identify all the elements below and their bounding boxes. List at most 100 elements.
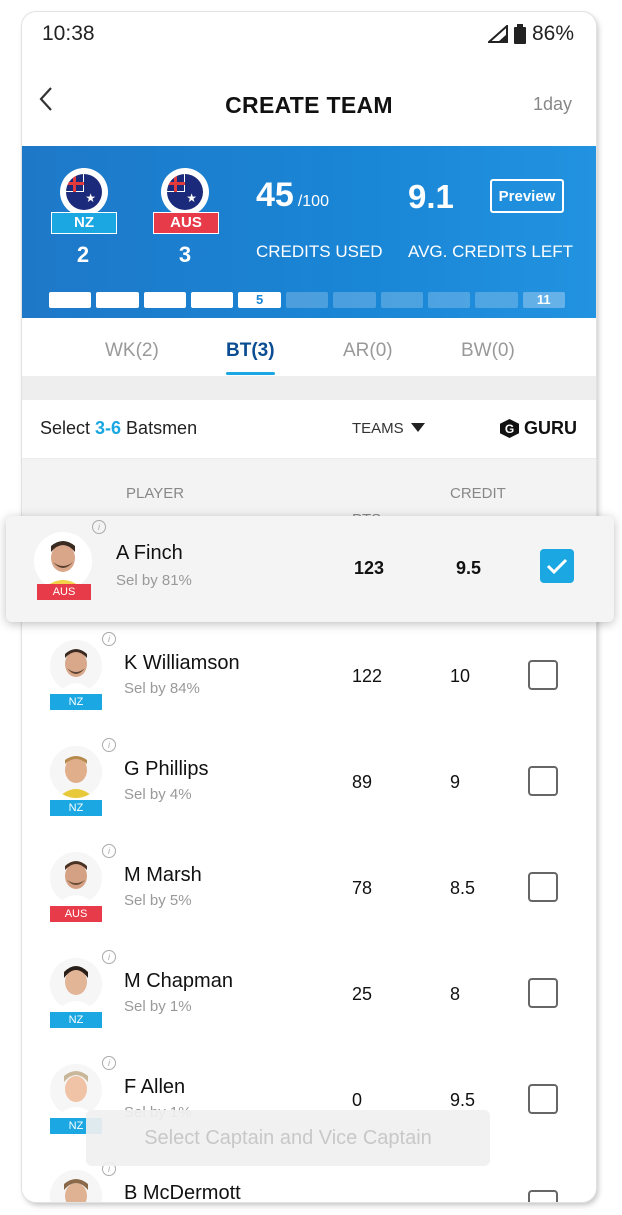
section-divider bbox=[22, 376, 596, 400]
team1-count: 2 bbox=[76, 242, 90, 267]
selection-hint: Select 3-6 Batsmen bbox=[40, 418, 198, 438]
player-select-checkbox-checked[interactable] bbox=[540, 549, 574, 583]
player-pts: 122 bbox=[352, 666, 383, 686]
battery-level: 86% bbox=[531, 22, 574, 45]
tab-bw[interactable]: BW(0) bbox=[461, 340, 515, 362]
player-avatar bbox=[34, 532, 92, 590]
progress-segment-max: 11 bbox=[522, 292, 565, 308]
player-credit: 9.5 bbox=[450, 1090, 476, 1110]
column-player[interactable]: PLAYER bbox=[126, 485, 184, 502]
credits-used-label: CREDITS USED bbox=[256, 242, 383, 261]
progress-segment bbox=[380, 292, 423, 308]
player-name: F Allen bbox=[124, 1076, 186, 1098]
status-time: 10:38 bbox=[42, 22, 95, 45]
player-avatar bbox=[50, 1170, 102, 1202]
page-title: CREATE TEAM bbox=[225, 92, 393, 118]
teams-filter-button[interactable]: TEAMS bbox=[352, 420, 425, 437]
player-pts: 0 bbox=[352, 1090, 363, 1110]
selection-hint-row: Select 3-6 Batsmen TEAMS G GURU bbox=[22, 400, 596, 459]
player-pts: 123 bbox=[354, 558, 385, 578]
player-name: A Finch bbox=[116, 542, 183, 564]
team2-code: AUS bbox=[153, 212, 219, 234]
player-credit: 9.5 bbox=[456, 558, 482, 578]
player-name: M Marsh bbox=[124, 864, 202, 886]
player-pts: 89 bbox=[352, 772, 373, 792]
player-avatar bbox=[50, 746, 102, 798]
nz-flag-icon: ★ bbox=[60, 168, 108, 216]
progress-segment bbox=[285, 292, 329, 308]
player-sel-by: Sel by 84% bbox=[124, 680, 200, 697]
player-name: G Phillips bbox=[124, 758, 209, 780]
player-select-checkbox[interactable] bbox=[528, 660, 558, 690]
player-team-tag: NZ bbox=[50, 1012, 102, 1028]
player-name: B McDermott bbox=[124, 1182, 241, 1202]
progress-segment bbox=[49, 292, 92, 308]
player-avatar bbox=[50, 640, 102, 692]
team1-code: NZ bbox=[51, 212, 117, 234]
player-team-tag: AUS bbox=[50, 906, 102, 922]
player-avatar bbox=[50, 1064, 102, 1116]
player-name: K Williamson bbox=[124, 652, 240, 674]
player-select-checkbox[interactable] bbox=[528, 766, 558, 796]
role-tabs: WK(2) BT(3) AR(0) BW(0) bbox=[22, 318, 596, 376]
time-left-label: 1day bbox=[532, 94, 572, 114]
check-icon bbox=[546, 558, 568, 575]
info-icon[interactable]: i bbox=[102, 632, 116, 646]
progress-segment bbox=[333, 292, 376, 308]
credits-used-value: 45/100 bbox=[256, 176, 329, 214]
preview-button[interactable]: Preview bbox=[490, 179, 564, 213]
progress-segment bbox=[191, 292, 234, 308]
player-sel-by: Sel by 1% bbox=[124, 998, 192, 1015]
avg-credits-value: 9.1 bbox=[408, 178, 454, 215]
signal-icon bbox=[487, 25, 508, 43]
player-select-checkbox[interactable] bbox=[528, 872, 558, 902]
guru-button[interactable]: G GURU bbox=[500, 418, 577, 439]
player-row[interactable]: NZ i M Chapman Sel by 1% 25 8 bbox=[22, 940, 596, 1047]
player-select-checkbox[interactable] bbox=[528, 978, 558, 1008]
progress-segment bbox=[143, 292, 187, 308]
player-credit: 9 bbox=[450, 772, 461, 792]
player-team-tag: NZ bbox=[50, 694, 102, 710]
player-team-tag: NZ bbox=[50, 800, 102, 816]
avg-credits-label: AVG. CREDITS LEFT bbox=[408, 242, 573, 261]
info-icon[interactable]: i bbox=[102, 844, 116, 858]
player-sel-by: Sel by 4% bbox=[124, 786, 192, 803]
player-select-checkbox[interactable] bbox=[528, 1084, 558, 1114]
player-row[interactable]: NZ i G Phillips Sel by 4% 89 9 bbox=[22, 728, 596, 835]
player-team-tag: AUS bbox=[37, 584, 91, 600]
player-row[interactable]: NZ i K Williamson Sel by 84% 122 10 bbox=[22, 622, 596, 729]
tab-ar[interactable]: AR(0) bbox=[343, 340, 393, 362]
info-icon[interactable]: i bbox=[102, 950, 116, 964]
app-header: CREATE TEAM 1day bbox=[22, 76, 596, 132]
player-credit: 8 bbox=[450, 984, 461, 1004]
aus-flag-icon: ★ bbox=[161, 168, 209, 216]
tab-wk[interactable]: WK(2) bbox=[105, 340, 159, 362]
progress-segment bbox=[96, 292, 139, 308]
player-avatar bbox=[50, 958, 102, 1010]
info-icon[interactable]: i bbox=[102, 1056, 116, 1070]
player-pts: 25 bbox=[352, 984, 373, 1004]
guru-icon: G bbox=[500, 419, 519, 438]
player-credit: 8.5 bbox=[450, 878, 476, 898]
info-icon[interactable]: i bbox=[102, 738, 116, 752]
progress-segment-current: 5 bbox=[238, 292, 281, 308]
column-headers: PLAYER PTS ↓ CREDIT bbox=[22, 459, 596, 530]
player-select-checkbox[interactable] bbox=[528, 1190, 558, 1202]
column-credit[interactable]: CREDIT bbox=[450, 485, 506, 502]
info-icon[interactable]: i bbox=[92, 520, 106, 534]
player-sel-by: Sel by 5% bbox=[124, 892, 192, 909]
progress-segment bbox=[427, 292, 471, 308]
selected-player-row[interactable]: AUS i A Finch Sel by 81% 123 9.5 bbox=[6, 516, 614, 622]
selection-progress-bar: 5 11 bbox=[49, 292, 565, 308]
player-name: M Chapman bbox=[124, 970, 233, 992]
select-captain-button[interactable]: Select Captain and Vice Captain bbox=[86, 1110, 490, 1166]
team2-count: 3 bbox=[178, 242, 192, 267]
status-bar: 10:38 86% bbox=[22, 12, 596, 56]
player-avatar bbox=[50, 852, 102, 904]
player-credit: 10 bbox=[450, 666, 471, 686]
tab-bt[interactable]: BT(3) bbox=[226, 340, 275, 375]
caret-down-icon bbox=[410, 423, 425, 432]
player-row[interactable]: AUS i M Marsh Sel by 5% 78 8.5 bbox=[22, 834, 596, 941]
progress-segment bbox=[475, 292, 518, 308]
battery-icon bbox=[513, 24, 526, 44]
